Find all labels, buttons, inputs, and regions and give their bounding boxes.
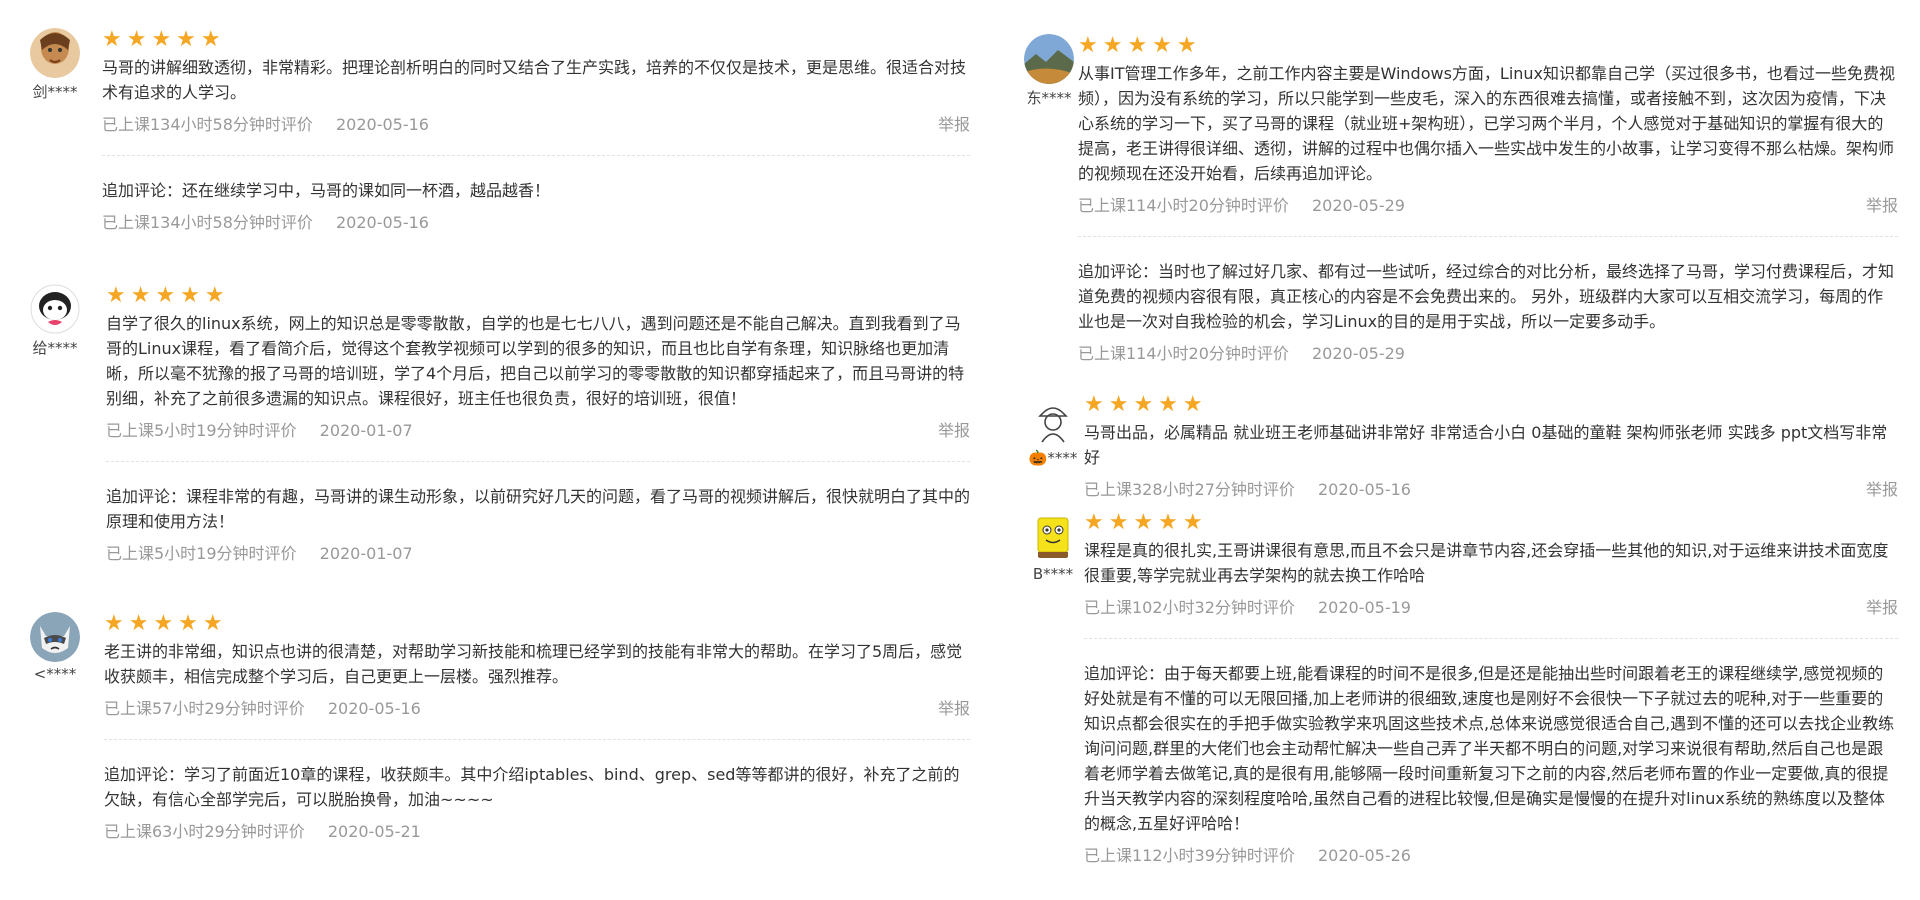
review-text: 从事IT管理工作多年，之前工作内容主要是Windows方面，Linux知识都靠自… — [1078, 64, 1896, 183]
follow-up-meta: 已上课5小时19分钟时评价 2020-01-07 — [106, 542, 970, 566]
review-date: 2020-05-16 — [327, 699, 421, 718]
review-meta: 已上课114小时20分钟时评价 2020-05-29 举报 — [1078, 194, 1898, 218]
report-link[interactable]: 举报 — [1866, 478, 1898, 502]
report-link[interactable]: 举报 — [938, 113, 970, 137]
avatar[interactable] — [1024, 34, 1074, 84]
follow-up-meta: 已上课63小时29分钟时评价 2020-05-21 — [104, 820, 970, 844]
review-date: 2020-05-29 — [1312, 344, 1405, 363]
review-body: ★★★★★ 自学了很久的linux系统，网上的知识总是零零散散，自学的也是七七八… — [106, 283, 970, 566]
study-hours: 已上课328小时27分钟时评价 — [1084, 480, 1295, 499]
reviewer-name: B**** — [1032, 565, 1074, 583]
study-hours: 已上课114小时20分钟时评价 — [1078, 344, 1289, 363]
review-body: ★★★★★ 老王讲的非常细，知识点也讲的很清楚，对帮助学习新技能和梳理已经学到的… — [104, 611, 970, 844]
reviewer: 🎃**** — [1012, 396, 1094, 467]
follow-up-text: 追加评论：学习了前面近10章的课程，收获颇丰。其中介绍iptables、bind… — [104, 765, 960, 809]
rating-stars: ★★★★★ — [1084, 392, 1208, 417]
study-hours: 已上课114小时20分钟时评价 — [1078, 196, 1289, 215]
divider — [102, 155, 970, 156]
report-link[interactable]: 举报 — [1866, 194, 1898, 218]
review-meta: 已上课102小时32分钟时评价 2020-05-19 举报 — [1084, 596, 1898, 620]
divider — [106, 461, 970, 462]
review-date: 2020-05-16 — [336, 213, 429, 232]
rating-stars: ★★★★★ — [1078, 33, 1202, 58]
avatar[interactable] — [30, 28, 80, 78]
review-date: 2020-05-16 — [1318, 480, 1411, 499]
follow-up-meta: 已上课114小时20分钟时评价 2020-05-29 — [1078, 342, 1898, 366]
avatar[interactable] — [30, 612, 80, 662]
reviewer-name: 剑**** — [32, 83, 78, 101]
divider — [1078, 236, 1898, 237]
study-hours: 已上课112小时39分钟时评价 — [1084, 846, 1295, 865]
report-link[interactable]: 举报 — [938, 419, 970, 443]
review-date: 2020-01-07 — [319, 421, 413, 440]
study-hours: 已上课63小时29分钟时评价 — [104, 822, 305, 841]
avatar[interactable] — [1028, 512, 1078, 562]
avatar[interactable] — [1028, 396, 1078, 446]
reviewer: 剑**** — [14, 28, 96, 102]
review-text: 老王讲的非常细，知识点也讲的很清楚，对帮助学习新技能和梳理已经学到的技能有非常大… — [104, 642, 963, 686]
reviewer-name: 🎃**** — [1028, 449, 1078, 467]
avatar[interactable] — [30, 284, 80, 334]
review-date: 2020-05-26 — [1318, 846, 1411, 865]
review-text: 马哥的讲解细致透彻，非常精彩。把理论剖析明白的同时又结合了生产实践，培养的不仅仅… — [102, 58, 967, 102]
review-date: 2020-05-16 — [336, 115, 429, 134]
rating-stars: ★★★★★ — [1084, 510, 1208, 535]
report-link[interactable]: 举报 — [938, 697, 970, 721]
review-body: ★★★★★ 课程是真的很扎实,王哥讲课很有意思,而且不会只是讲章节内容,还会穿插… — [1084, 510, 1898, 868]
review-text: 马哥出品，必属精品 就业班王老师基础讲非常好 非常适合小白 0基础的童鞋 架构师… — [1084, 423, 1888, 467]
follow-up-text: 追加评论：课程非常的有趣，马哥讲的课生动形象，以前研究好几天的问题，看了马哥的视… — [106, 487, 971, 531]
review-date: 2020-05-21 — [327, 822, 421, 841]
study-hours: 已上课57小时29分钟时评价 — [104, 699, 305, 718]
reviewer: <**** — [14, 612, 96, 683]
review-body: ★★★★★ 从事IT管理工作多年，之前工作内容主要是Windows方面，Linu… — [1078, 33, 1898, 366]
follow-up-text: 追加评论：由于每天都要上班,能看课程的时间不是很多,但是还是能抽出些时间跟着老王… — [1084, 664, 1895, 833]
review-text: 自学了很久的linux系统，网上的知识总是零零散散，自学的也是七七八八，遇到问题… — [106, 314, 965, 408]
review-text: 课程是真的很扎实,王哥讲课很有意思,而且不会只是讲章节内容,还会穿插一些其他的知… — [1084, 541, 1889, 585]
reviewer: 给**** — [14, 284, 96, 358]
study-hours: 已上课5小时19分钟时评价 — [106, 421, 297, 440]
review-body: ★★★★★ 马哥出品，必属精品 就业班王老师基础讲非常好 非常适合小白 0基础的… — [1084, 392, 1898, 502]
review-date: 2020-05-29 — [1312, 196, 1405, 215]
reviewer: B**** — [1012, 512, 1094, 583]
review-date: 2020-05-19 — [1318, 598, 1411, 617]
follow-up-text: 追加评论：还在继续学习中，马哥的课如同一杯酒，越品越香！ — [102, 181, 551, 200]
divider — [104, 739, 970, 740]
study-hours: 已上课134小时58分钟时评价 — [102, 213, 313, 232]
report-link[interactable]: 举报 — [1866, 596, 1898, 620]
rating-stars: ★★★★★ — [102, 27, 226, 52]
review-body: ★★★★★ 马哥的讲解细致透彻，非常精彩。把理论剖析明白的同时又结合了生产实践，… — [102, 27, 970, 235]
review-meta: 已上课5小时19分钟时评价 2020-01-07 举报 — [106, 419, 970, 443]
reviewer-name: <**** — [33, 665, 77, 683]
review-meta: 已上课328小时27分钟时评价 2020-05-16 举报 — [1084, 478, 1898, 502]
reviewer-name: 给**** — [32, 339, 78, 357]
follow-up-text: 追加评论：当时也了解过好几家、都有过一些试听，经过综合的对比分析，最终选择了马哥… — [1078, 262, 1895, 331]
divider — [1084, 638, 1898, 639]
study-hours: 已上课102小时32分钟时评价 — [1084, 598, 1295, 617]
review-meta: 已上课134小时58分钟时评价 2020-05-16 举报 — [102, 113, 970, 137]
follow-up-meta: 已上课112小时39分钟时评价 2020-05-26 — [1084, 844, 1898, 868]
follow-up-meta: 已上课134小时58分钟时评价 2020-05-16 — [102, 211, 970, 235]
rating-stars: ★★★★★ — [106, 283, 230, 308]
rating-stars: ★★★★★ — [104, 611, 228, 636]
study-hours: 已上课5小时19分钟时评价 — [106, 544, 297, 563]
review-date: 2020-01-07 — [319, 544, 413, 563]
review-meta: 已上课57小时29分钟时评价 2020-05-16 举报 — [104, 697, 970, 721]
study-hours: 已上课134小时58分钟时评价 — [102, 115, 313, 134]
